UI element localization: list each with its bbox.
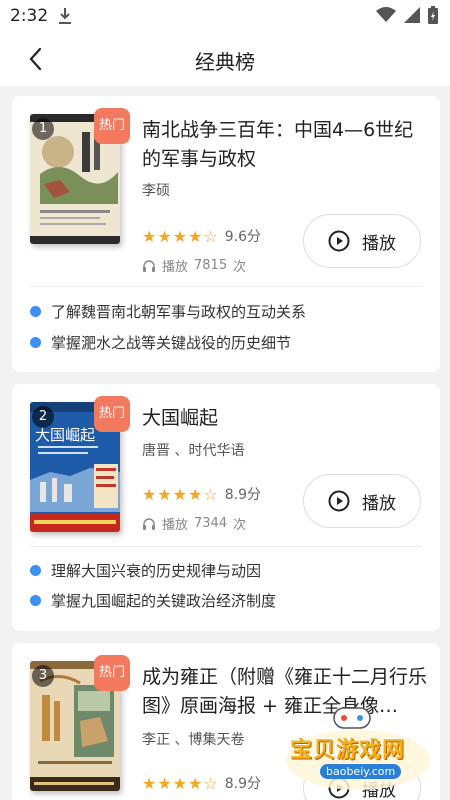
hot-badge: 热门 [94,108,130,144]
key-point: 掌握淝水之战等关键战役的历史细节 [30,332,291,353]
watermark-url: baobeiy.com [320,764,402,779]
play-count: 播放 7344 次 [142,514,246,533]
play-button[interactable]: 播放 [303,474,421,528]
bullet-dot [30,306,41,317]
page-title: 经典榜 [195,50,255,74]
rating-row: ★★★★☆ 8.9分 [142,773,261,793]
play-button[interactable]: 播放 [303,214,421,268]
key-point-text: 掌握淝水之战等关键战役的历史细节 [51,334,292,352]
divider [30,546,422,547]
key-point-text: 了解魏晋南北朝军事与政权的互动关系 [51,303,307,321]
wifi-icon [376,7,396,22]
book-card[interactable]: 大国崛起 2 热门 大国崛起 唐晋 、时代华语 ★★★★☆ 8.9分 播放 73… [12,384,440,631]
bullet-dot [30,565,41,576]
play-label: 播放 [362,493,396,514]
book-card[interactable]: 1 热门 南北战争三百年：中国4—6世纪的军事与政权 李硕 ★★★★☆ 9.6分… [12,96,440,372]
rank-number: 3 [32,665,54,687]
play-count: 播放 7815 次 [142,256,246,275]
star-rating: ★★★★☆ [142,226,219,246]
key-point-text: 理解大国兴衰的历史规律与动因 [51,562,262,580]
book-title[interactable]: 南北战争三百年：中国4—6世纪的军事与政权 [142,116,427,174]
book-author: 唐晋 、时代华语 [142,443,245,459]
plays-suffix: 次 [233,518,247,533]
rating-score: 9.6分 [224,229,261,245]
plays-prefix: 播放 [162,518,189,533]
bullet-dot [30,595,41,606]
key-point: 理解大国兴衰的历史规律与动因 [30,560,261,581]
star-rating: ★★★★☆ [142,773,219,793]
book-author: 李硕 [142,183,170,199]
play-icon [328,490,350,512]
rating-row: ★★★★☆ 9.6分 [142,226,261,246]
hot-badge: 热门 [94,655,130,691]
app-header: 经典榜 [0,32,450,86]
watermark-text: 宝贝游戏网 [290,738,406,763]
hot-badge: 热门 [94,396,130,432]
play-label: 播放 [362,233,396,254]
plays-value: 7815 [194,258,228,273]
status-bar: 2:32 [0,0,450,32]
book-title[interactable]: 大国崛起 [142,404,427,433]
plays-suffix: 次 [233,260,247,275]
rating-score: 8.9分 [224,776,261,792]
watermark-logo: 宝贝游戏网 baobeiy.com [278,700,448,796]
status-time: 2:32 [10,6,49,26]
key-point: 掌握九国崛起的关键政治经济制度 [30,590,276,611]
ranking-list[interactable]: 1 热门 南北战争三百年：中国4—6世纪的军事与政权 李硕 ★★★★☆ 9.6分… [0,86,450,800]
rank-number: 2 [32,406,54,428]
key-point: 了解魏晋南北朝军事与政权的互动关系 [30,301,306,322]
bullet-dot [30,337,41,348]
key-point-text: 掌握九国崛起的关键政治经济制度 [51,592,277,610]
signal-icon [404,7,420,23]
headphones-icon [143,517,155,530]
star-rating: ★★★★☆ [142,484,219,504]
rating-row: ★★★★☆ 8.9分 [142,484,261,504]
rank-number: 1 [32,118,54,140]
plays-prefix: 播放 [162,260,189,275]
plays-value: 7344 [194,516,228,531]
download-icon [59,8,71,24]
cover-title: 大国崛起 [35,426,95,444]
battery-icon [428,6,438,24]
play-icon [328,230,350,252]
divider [30,286,422,287]
book-author: 李正 、博集天卷 [142,732,245,748]
rating-score: 8.9分 [224,487,261,503]
headphones-icon [143,259,155,272]
